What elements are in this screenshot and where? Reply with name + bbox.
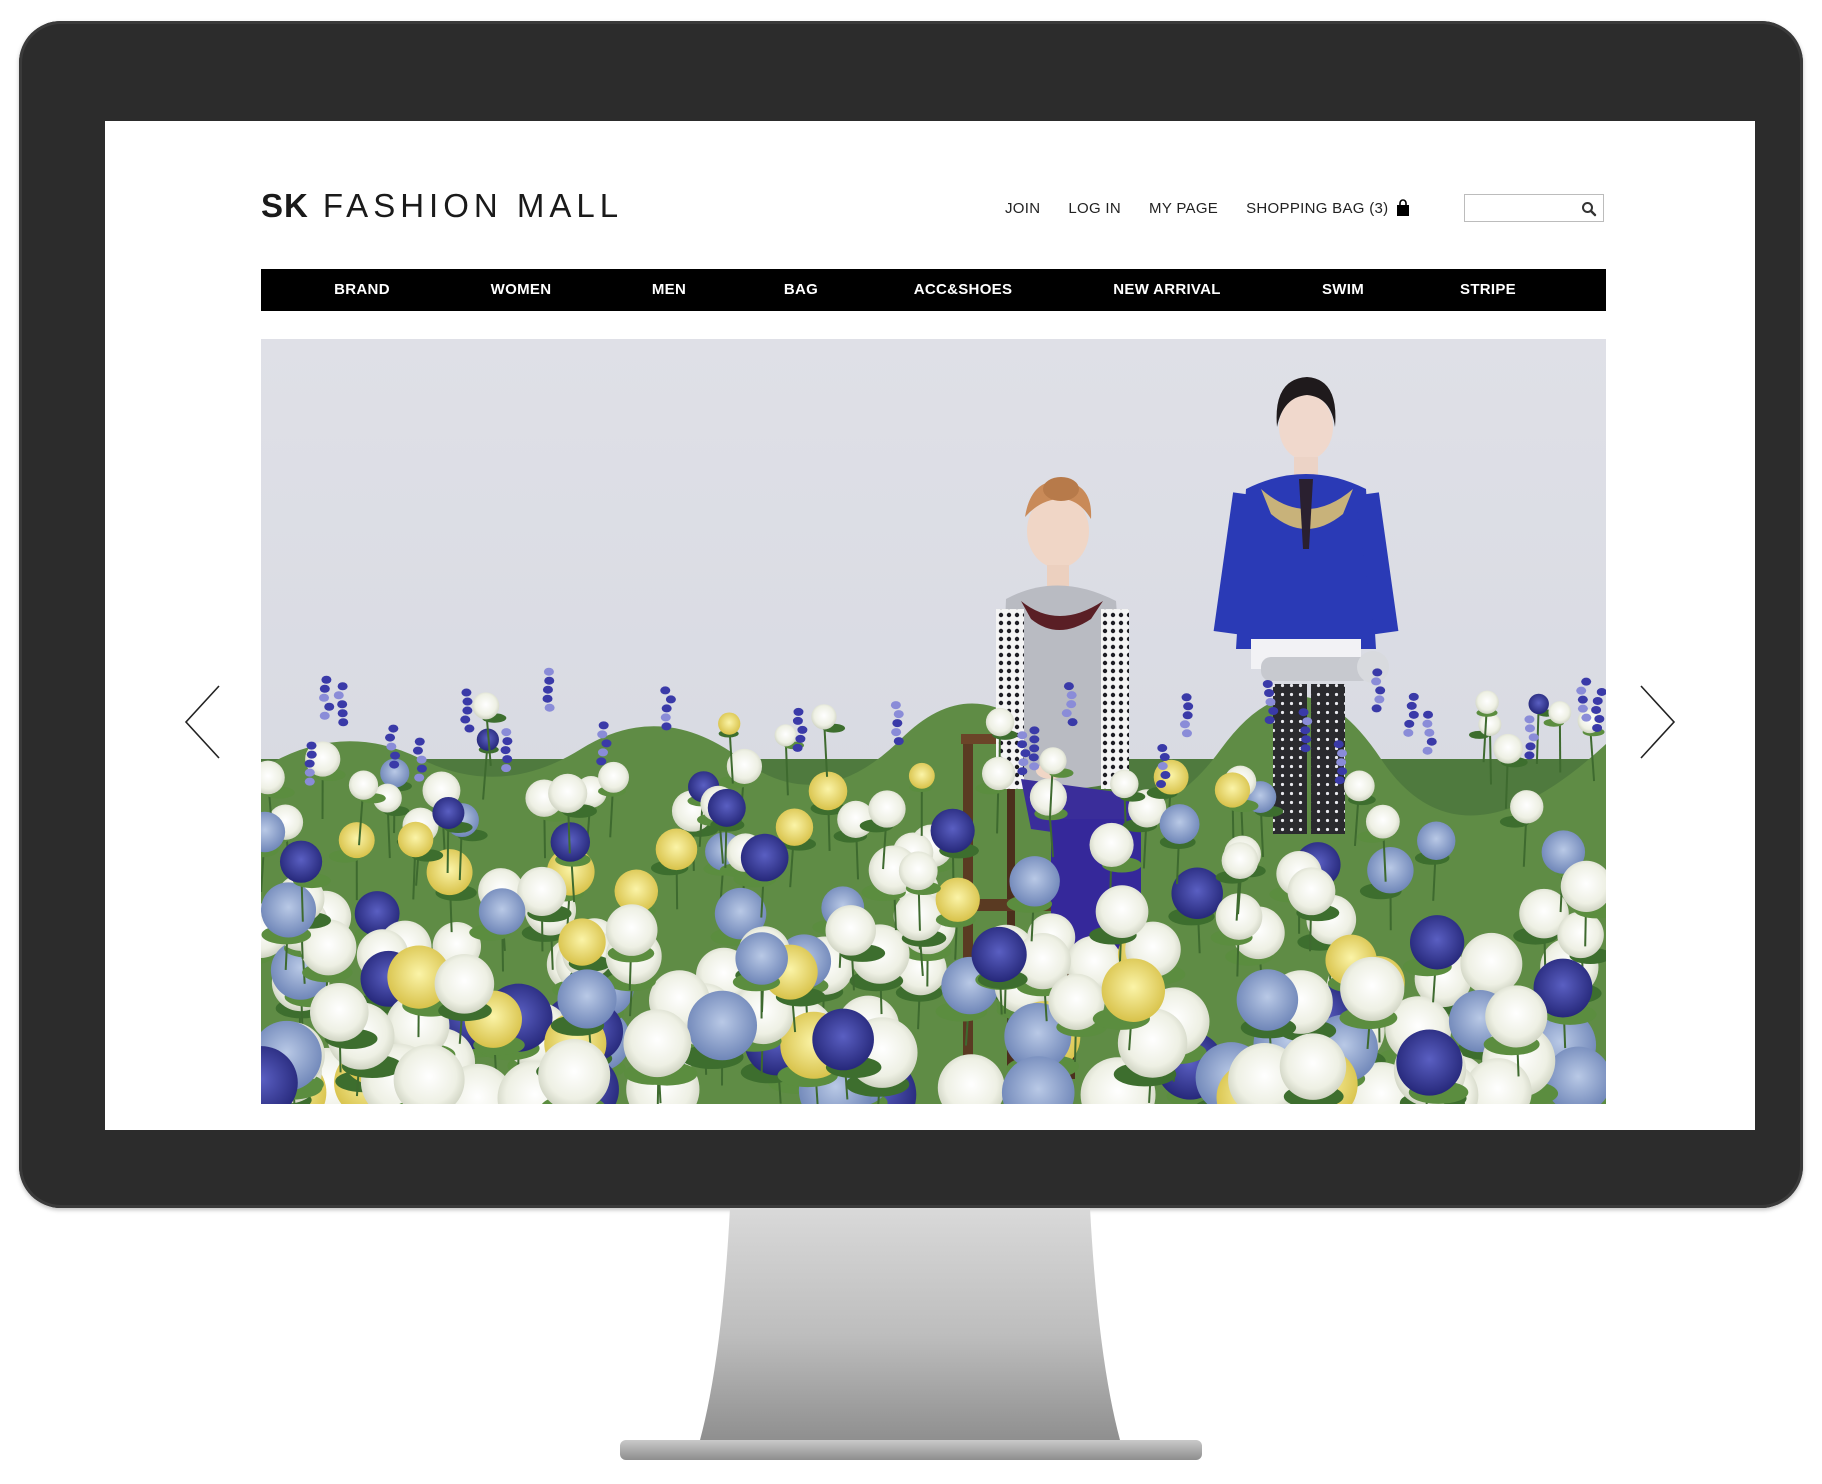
join-link[interactable]: JOIN xyxy=(1005,200,1040,217)
nav-item-brand[interactable]: BRAND xyxy=(334,269,390,311)
carousel-prev-button[interactable] xyxy=(183,684,223,760)
chevron-right-icon xyxy=(1640,685,1676,759)
logo-bold-text: SK xyxy=(261,187,309,224)
nav-item-swim[interactable]: SWIM xyxy=(1322,269,1364,311)
search-icon[interactable] xyxy=(1581,201,1597,217)
utility-links: JOIN LOG IN MY PAGE SHOPPING BAG (3) xyxy=(1005,199,1410,217)
shopping-bag-link[interactable]: SHOPPING BAG (3) xyxy=(1246,199,1410,217)
search-field[interactable] xyxy=(1464,194,1604,222)
site-logo[interactable]: SK FASHION MALL xyxy=(261,187,623,225)
logo-light-text: FASHION MALL xyxy=(322,187,624,224)
shopping-bag-label: SHOPPING BAG (3) xyxy=(1246,199,1389,217)
monitor-stand xyxy=(700,1208,1120,1448)
nav-item-women[interactable]: WOMEN xyxy=(491,269,552,311)
nav-item-stripe[interactable]: STRIPE xyxy=(1460,269,1516,311)
my-page-link[interactable]: MY PAGE xyxy=(1149,200,1218,217)
nav-item-bag[interactable]: BAG xyxy=(784,269,818,311)
search-input[interactable] xyxy=(1469,198,1573,220)
nav-item-acc-shoes[interactable]: ACC&SHOES xyxy=(914,269,1013,311)
main-navigation: BRAND WOMEN MEN BAG ACC&SHOES NEW ARRIVA… xyxy=(261,269,1606,311)
nav-item-men[interactable]: MEN xyxy=(652,269,686,311)
website-screen: SK FASHION MALL JOIN LOG IN MY PAGE SHOPP… xyxy=(105,121,1755,1130)
monitor-stand-base xyxy=(620,1440,1202,1460)
chevron-left-icon xyxy=(184,685,220,759)
carousel-next-button[interactable] xyxy=(1637,684,1677,760)
nav-item-new-arrival[interactable]: NEW ARRIVAL xyxy=(1113,269,1220,311)
hero-banner-image[interactable] xyxy=(261,339,1606,1104)
shopping-bag-icon xyxy=(1396,199,1410,217)
hero-illustration xyxy=(261,377,1606,1104)
monitor-bezel: SK FASHION MALL JOIN LOG IN MY PAGE SHOPP… xyxy=(19,21,1803,1208)
login-link[interactable]: LOG IN xyxy=(1068,200,1121,217)
